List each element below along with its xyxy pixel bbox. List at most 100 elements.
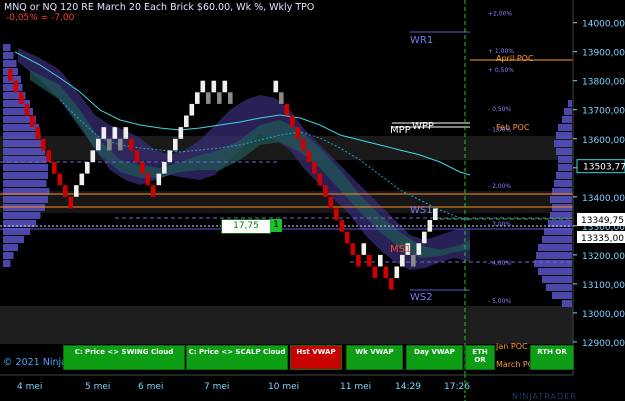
tpo-row-left: [3, 140, 42, 147]
price-change: -0,05% = -7,00: [6, 13, 75, 23]
renko-brick: [433, 208, 438, 221]
renko-brick: [189, 103, 195, 116]
price-marker-label: 13335,00: [581, 234, 624, 244]
order-count-box[interactable]: 1: [270, 219, 282, 232]
toolbar-button-day-vwap[interactable]: Day VWAP: [406, 345, 463, 370]
tpo-row-left: [3, 132, 41, 139]
chart-title: MNQ or NQ 120 RE March 20 Each Brick $60…: [4, 2, 315, 13]
renko-brick: [422, 231, 427, 244]
renko-brick: [68, 196, 74, 209]
tpo-row-left: [3, 236, 24, 243]
y-tick-label: 13100,00: [582, 281, 625, 291]
renko-brick: [383, 266, 389, 279]
toolbar-button-wk-vwap[interactable]: Wk VWAP: [346, 345, 403, 370]
renko-brick: [30, 115, 35, 128]
y-tick-label: 13600,00: [582, 136, 625, 146]
tpo-row-right: [554, 180, 572, 187]
order-qty-box[interactable]: 17,75: [221, 219, 271, 234]
renko-brick: [96, 138, 101, 151]
tpo-row-right: [568, 100, 572, 107]
renko-brick: [200, 80, 206, 93]
renko-brick: [156, 173, 162, 186]
renko-brick: [306, 150, 312, 162]
renko-brick: [112, 127, 118, 139]
renko-brick: [328, 196, 334, 209]
renko-brick: [178, 127, 184, 139]
tpo-row-left: [3, 252, 14, 259]
renko-brick: [101, 127, 107, 139]
tpo-row-right: [550, 196, 572, 203]
tpo-row-right: [562, 300, 572, 307]
tpo-row-left: [3, 44, 11, 51]
y-tick-label: 13000,00: [582, 310, 625, 320]
renko-brick: [228, 92, 233, 104]
renko-brick: [345, 231, 350, 244]
pct-label: - 0,50%: [488, 106, 511, 113]
renko-brick: [279, 92, 284, 104]
pct-label: - 1,00%: [488, 126, 511, 133]
renko-brick: [350, 243, 356, 255]
tpo-row-left: [3, 260, 11, 267]
tpo-row-right: [536, 252, 572, 259]
renko-brick: [63, 185, 68, 197]
level-label-ws1: WS1: [410, 205, 433, 216]
renko-brick: [339, 220, 345, 232]
tpo-row-left: [3, 212, 41, 219]
level-label-ms1: MS1: [390, 244, 411, 255]
tpo-row-left: [3, 164, 48, 171]
renko-brick: [19, 92, 24, 104]
renko-brick: [79, 173, 85, 186]
pct-label: - 2,00%: [488, 183, 511, 190]
tpo-row-right: [562, 116, 572, 123]
tpo-row-right: [558, 156, 572, 163]
tpo-row-left: [3, 172, 48, 179]
toolbar-button-rth-or[interactable]: RTH OR: [530, 345, 574, 370]
renko-brick: [295, 127, 301, 139]
toolbar-button-hst-vwap[interactable]: Hst VWAP: [290, 345, 342, 370]
renko-brick: [85, 161, 90, 174]
renko-brick: [145, 173, 151, 186]
renko-brick: [173, 138, 178, 151]
tpo-row-left: [3, 84, 23, 91]
renko-brick: [162, 161, 167, 174]
renko-brick: [394, 266, 400, 279]
renko-brick: [301, 138, 306, 151]
renko-brick: [134, 150, 140, 162]
renko-brick: [284, 103, 290, 116]
tpo-row-right: [556, 148, 572, 155]
renko-brick: [361, 243, 367, 255]
renko-brick: [323, 185, 328, 197]
tpo-row-right: [558, 124, 572, 131]
x-tick-label: 14:29: [395, 382, 421, 392]
renko-chart[interactable]: WR1April POCMPP WPP Feb POCWS1MS1WS2Jan PO…: [0, 0, 625, 401]
toolbar-button-c-price-scalp-cloud[interactable]: C: Price <> SCALP Cloud: [186, 345, 288, 370]
renko-brick: [167, 150, 173, 162]
level-label-mpp: MPP: [390, 125, 411, 136]
renko-brick: [356, 254, 361, 267]
tpo-row-left: [3, 180, 47, 187]
renko-brick: [46, 150, 52, 162]
renko-brick: [140, 161, 145, 174]
x-tick-label: 10 mei: [268, 382, 299, 392]
renko-brick: [90, 150, 96, 162]
toolbar-button-eth-or[interactable]: ETH OR: [465, 345, 495, 370]
renko-brick: [129, 138, 134, 151]
price-marker-label: 13349,75: [581, 216, 624, 226]
y-tick-label: 12900,00: [582, 339, 625, 349]
y-tick-label: 13800,00: [582, 78, 625, 88]
renko-brick: [372, 266, 378, 279]
tpo-row-right: [554, 140, 572, 147]
toolbar-button-c-price-swing-cloud[interactable]: C: Price <> SWING Cloud: [63, 345, 185, 370]
tpo-row-left: [3, 60, 17, 67]
level-label-wpp: WPP: [412, 121, 434, 132]
renko-brick: [206, 92, 211, 104]
renko-brick: [290, 115, 295, 128]
x-tick-label: 5 mei: [85, 382, 110, 392]
renko-brick: [24, 103, 30, 116]
renko-brick: [400, 254, 405, 267]
pct-label: + 1,00%: [488, 48, 514, 55]
tpo-row-right: [558, 164, 572, 171]
renko-brick: [427, 220, 433, 232]
x-tick-label: 4 mei: [17, 382, 42, 392]
renko-brick: [389, 278, 394, 290]
